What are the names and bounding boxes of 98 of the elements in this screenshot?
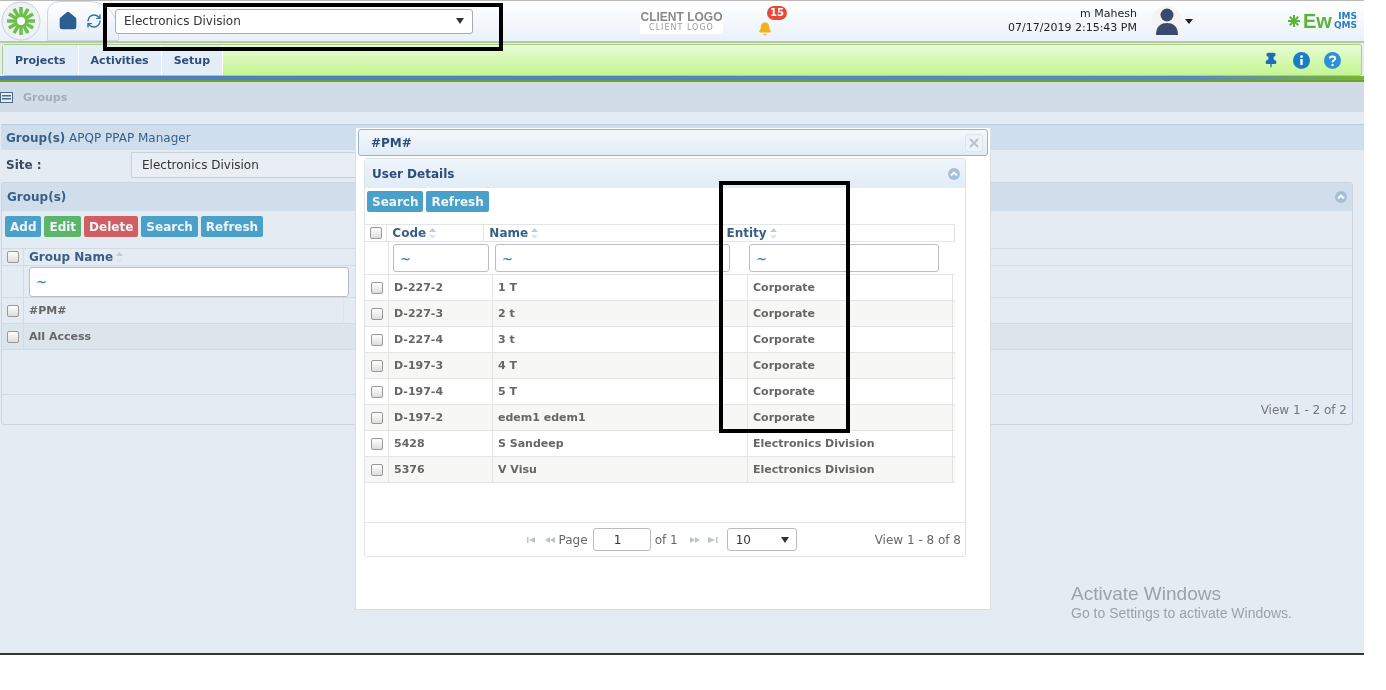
table-cell: V Visu [493,457,748,482]
dialog-title: #PM# [371,135,412,150]
sort-icon [769,227,777,239]
page-total: of 1 [654,532,678,547]
table-cell: 1 T [493,275,748,300]
column-header[interactable]: Code [387,225,485,241]
info-icon[interactable] [1293,51,1310,69]
sort-icon [531,227,539,239]
collapse-icon[interactable] [1335,191,1347,203]
table-cell: #PM# [24,298,344,323]
record-count: View 1 - 8 of 8 [874,532,961,547]
activation-notice-text: Go to Settings to activate Windows. [1071,605,1292,621]
table-cell: Corporate [748,301,953,326]
table-cell: S Sandeep [493,431,748,456]
checkbox[interactable] [370,333,383,346]
table-cell: Electronics Division [748,457,953,482]
filter-field[interactable]: ~ [749,244,939,272]
checkbox[interactable] [370,359,383,372]
page-label: Page [558,532,588,547]
checkbox[interactable] [6,251,19,263]
toolbar-button[interactable]: Add [5,216,42,237]
toolbar-button[interactable]: Refresh [200,216,264,237]
bell-icon[interactable] [758,22,772,36]
table-cell: edem1 edem1 [493,405,748,430]
table-cell: Electronics Division [748,431,953,456]
table-cell: Corporate [748,353,953,378]
site-label: Site : [5,158,43,172]
checkbox[interactable] [6,304,19,317]
table-cell: D-197-2 [389,405,493,430]
asterisk-icon [1287,14,1301,28]
avatar-icon[interactable] [1152,4,1182,38]
toolbar-button[interactable]: Search [367,191,424,212]
checkbox[interactable] [370,307,383,320]
home-icon[interactable] [58,11,78,31]
activation-notice-title: Activate Windows [1071,583,1222,605]
table-cell: 5428 [389,431,493,456]
table-cell: D-197-3 [389,353,493,378]
table-cell: D-227-2 [389,275,493,300]
toolbar-button[interactable]: Refresh [426,191,489,212]
first-page-icon[interactable] [526,535,537,544]
checkbox[interactable] [370,463,383,476]
pin-icon[interactable] [1263,52,1279,68]
checkbox[interactable] [6,330,19,343]
user-name: m Mahesh [1080,7,1137,21]
table-cell: D-227-4 [389,327,493,352]
table-cell: D-197-4 [389,379,493,404]
page-title: Group(s) APQP PPAP Manager [6,130,191,145]
panel-title: Group(s) [7,190,67,204]
logo-icon[interactable] [1,1,41,41]
brand-logo-subscript: QMS [1333,21,1357,30]
filter-field[interactable]: ~ [393,244,489,272]
previous-page-icon[interactable] [544,535,555,544]
table-cell: 3 t [493,327,748,352]
checkbox[interactable] [370,385,383,398]
refresh-icon[interactable] [86,13,102,29]
table-cell: Corporate [748,275,953,300]
filter-field[interactable]: ~ [495,244,730,272]
client-logo-subtitle: CLIENT LOGO [649,22,714,32]
last-page-icon[interactable] [707,535,718,544]
toolbar-button[interactable]: Edit [44,216,82,237]
column-header[interactable]: Entity [721,225,955,241]
date-time: 07/17/2019 2:15:43 PM [1008,21,1137,35]
collapse-icon[interactable] [948,167,960,180]
page-size-select[interactable]: 10 [726,528,797,551]
record-count: View 1 - 2 of 2 [1260,402,1347,417]
caret-icon [456,18,464,24]
menu-toggle-icon[interactable] [0,91,13,103]
sort-icon [429,227,437,239]
next-page-icon[interactable] [689,535,700,544]
caret-icon[interactable] [1185,18,1193,24]
notification-badge: 15 [767,6,787,20]
nav-tab[interactable]: Projects [3,45,79,75]
help-icon[interactable] [1324,51,1341,69]
table-cell: Corporate [748,405,953,430]
table-cell: 2 t [493,301,748,326]
table-cell: D-227-3 [389,301,493,326]
column-header[interactable]: Name [484,225,722,241]
table-cell: All Access [24,324,344,349]
table-cell: 4 T [493,353,748,378]
site-select[interactable]: Electronics Division [115,8,473,34]
table-cell: Corporate [748,327,953,352]
toolbar-button[interactable]: Delete [84,216,139,237]
brand-logo-superscript: IMS [1337,12,1357,21]
checkbox[interactable] [370,437,383,450]
client-logo-title: CLIENT LOGO [640,10,723,23]
close-icon[interactable] [965,133,983,152]
checkbox[interactable] [370,411,383,424]
table-cell: 5376 [389,457,493,482]
brand-logo-text: Ew [1303,9,1332,33]
checkbox[interactable] [369,227,382,239]
checkbox[interactable] [370,281,383,294]
table-cell: 5 T [493,379,748,404]
table-cell: Corporate [748,379,953,404]
toolbar-button[interactable]: Search [141,216,198,237]
caret-icon [780,536,789,543]
filter-field[interactable]: ~ [29,266,349,297]
page-number-field[interactable]: 1 [592,528,651,551]
sort-icon [116,251,124,263]
